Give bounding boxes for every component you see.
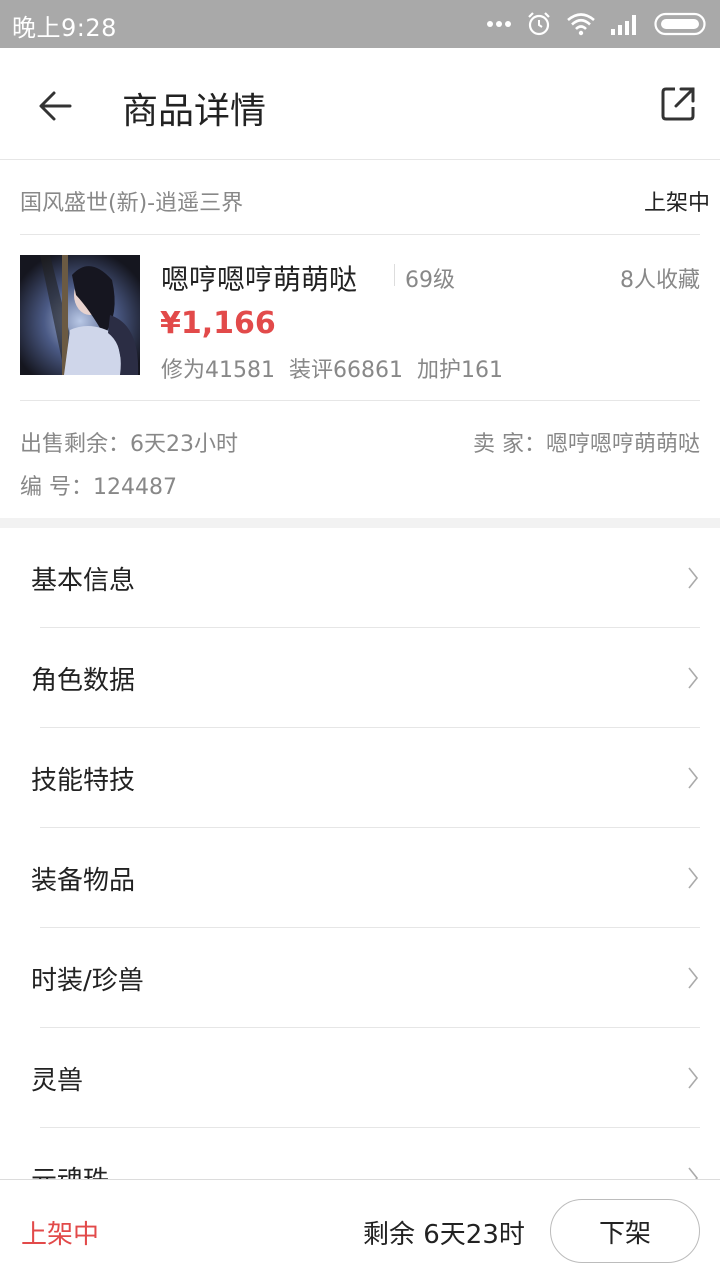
name-level-divider (394, 264, 395, 286)
share-external-icon[interactable] (658, 84, 698, 124)
chevron-right-icon (688, 567, 699, 589)
chevron-right-icon (688, 1067, 699, 1089)
server-name: 国风盛世(新)-逍遥三界 (20, 191, 244, 216)
footer-status: 上架中 (21, 1220, 100, 1250)
status-time: 晚上9:28 (12, 14, 117, 42)
alarm-icon (528, 12, 550, 36)
detail-menu: 基本信息 角色数据 技能特技 装备物品 时装/珍兽 灵兽 元魂珠 (0, 528, 720, 1228)
character-name: 嗯哼嗯哼萌萌哒 (161, 263, 358, 296)
sale-remaining: 出售剩余：6天23小时 (20, 432, 238, 457)
status-icons (486, 9, 706, 39)
back-arrow-icon[interactable] (34, 84, 78, 128)
menu-item-label: 灵兽 (31, 1066, 84, 1096)
menu-item-equipment[interactable]: 装备物品 (0, 828, 720, 928)
menu-item-basic-info[interactable]: 基本信息 (0, 528, 720, 628)
price: ¥1,166 (160, 306, 276, 341)
menu-item-label: 角色数据 (31, 666, 136, 696)
menu-item-skills[interactable]: 技能特技 (0, 728, 720, 828)
seller: 卖 家：嗯哼嗯哼萌萌哒 (473, 432, 700, 457)
stat-cultivation: 修为41581 (161, 358, 275, 383)
menu-item-label: 技能特技 (31, 766, 136, 796)
section-divider (0, 518, 720, 528)
delist-button[interactable]: 下架 (550, 1199, 700, 1263)
sale-meta: 出售剩余：6天23小时 卖 家：嗯哼嗯哼萌萌哒 编 号：124487 (20, 402, 700, 518)
character-stats: 修为41581 装评66861 加护161 (161, 352, 503, 384)
footer-remaining: 剩余 6天23时 (363, 1220, 525, 1250)
menu-item-label: 装备物品 (31, 866, 136, 896)
favorites-count: 8人收藏 (620, 268, 700, 293)
page-title: 商品详情 (122, 91, 267, 132)
chevron-right-icon (688, 667, 699, 689)
menu-item-label: 时装/珍兽 (31, 966, 144, 996)
chevron-right-icon (688, 867, 699, 889)
nav-bar: 商品详情 (0, 48, 720, 160)
chevron-right-icon (688, 767, 699, 789)
menu-item-label: 基本信息 (31, 566, 136, 596)
menu-item-fashion-pets[interactable]: 时装/珍兽 (0, 928, 720, 1028)
stat-protection: 加护161 (417, 358, 503, 383)
more-dots-icon (487, 21, 511, 27)
chevron-right-icon (688, 967, 699, 989)
server-row: 国风盛世(新)-逍遥三界 上架中 (20, 161, 710, 235)
menu-item-character-data[interactable]: 角色数据 (0, 628, 720, 728)
wifi-icon (567, 13, 595, 36)
character-avatar (20, 255, 140, 375)
character-level: 69级 (405, 268, 455, 293)
listing-status: 上架中 (643, 191, 710, 216)
battery-icon (654, 12, 706, 36)
menu-item-spirit-beasts[interactable]: 灵兽 (0, 1028, 720, 1128)
signal-icon (611, 15, 636, 35)
status-bar: 晚上9:28 (0, 0, 720, 48)
item-card[interactable]: 嗯哼嗯哼萌萌哒 69级 8人收藏 ¥1,166 修为41581 装评66861 … (20, 236, 700, 401)
bottom-action-bar: 上架中 剩余 6天23时 下架 (0, 1179, 720, 1280)
stat-equip-score: 装评66861 (289, 358, 403, 383)
item-number: 编 号：124487 (20, 475, 177, 500)
